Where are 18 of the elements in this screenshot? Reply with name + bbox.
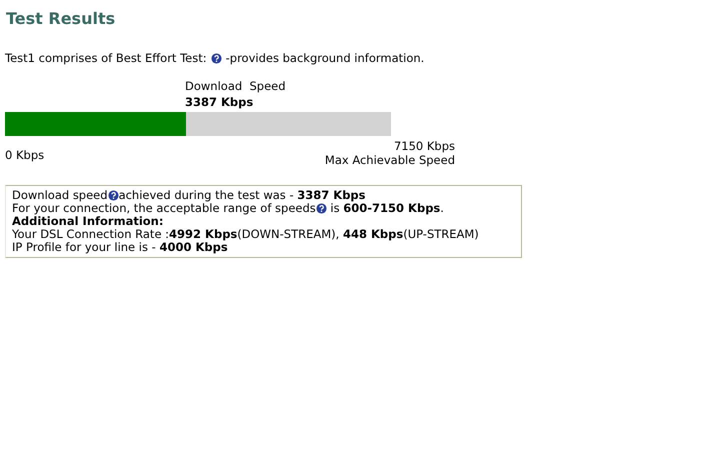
meter-value: 3387 Kbps — [185, 95, 254, 109]
info-text: is 600-7150 Kbps. — [329, 202, 444, 215]
info-text: For your connection, the acceptable range of speeds — [12, 202, 316, 215]
page-title: Test Results — [6, 9, 116, 28]
info-text: Additional Information: — [12, 215, 164, 228]
help-icon[interactable] — [316, 203, 327, 214]
max-label: Max Achievable Speed — [324, 153, 455, 167]
max-value: 7150 Kbps — [394, 139, 455, 153]
meter-label: Download Speed — [185, 79, 287, 93]
help-icon[interactable] — [108, 190, 119, 201]
help-icon[interactable] — [210, 52, 222, 64]
intro-text: Test1 comprises of Best Effort Test: — [5, 51, 207, 65]
info-text: IP Profile for your line is - 4000 Kbps — [12, 241, 228, 254]
info-text: achieved during the test was - 3387 Kbps — [118, 189, 366, 202]
info-text: Download speed — [12, 189, 108, 202]
min-label: 0 Kbps — [5, 148, 44, 162]
intro-text: -provides background information. — [226, 51, 424, 65]
info-text: Your DSL Connection Rate :4992 Kbps(DOWN-STREAM), 448 Kbps(UP-STREAM) — [12, 228, 479, 241]
